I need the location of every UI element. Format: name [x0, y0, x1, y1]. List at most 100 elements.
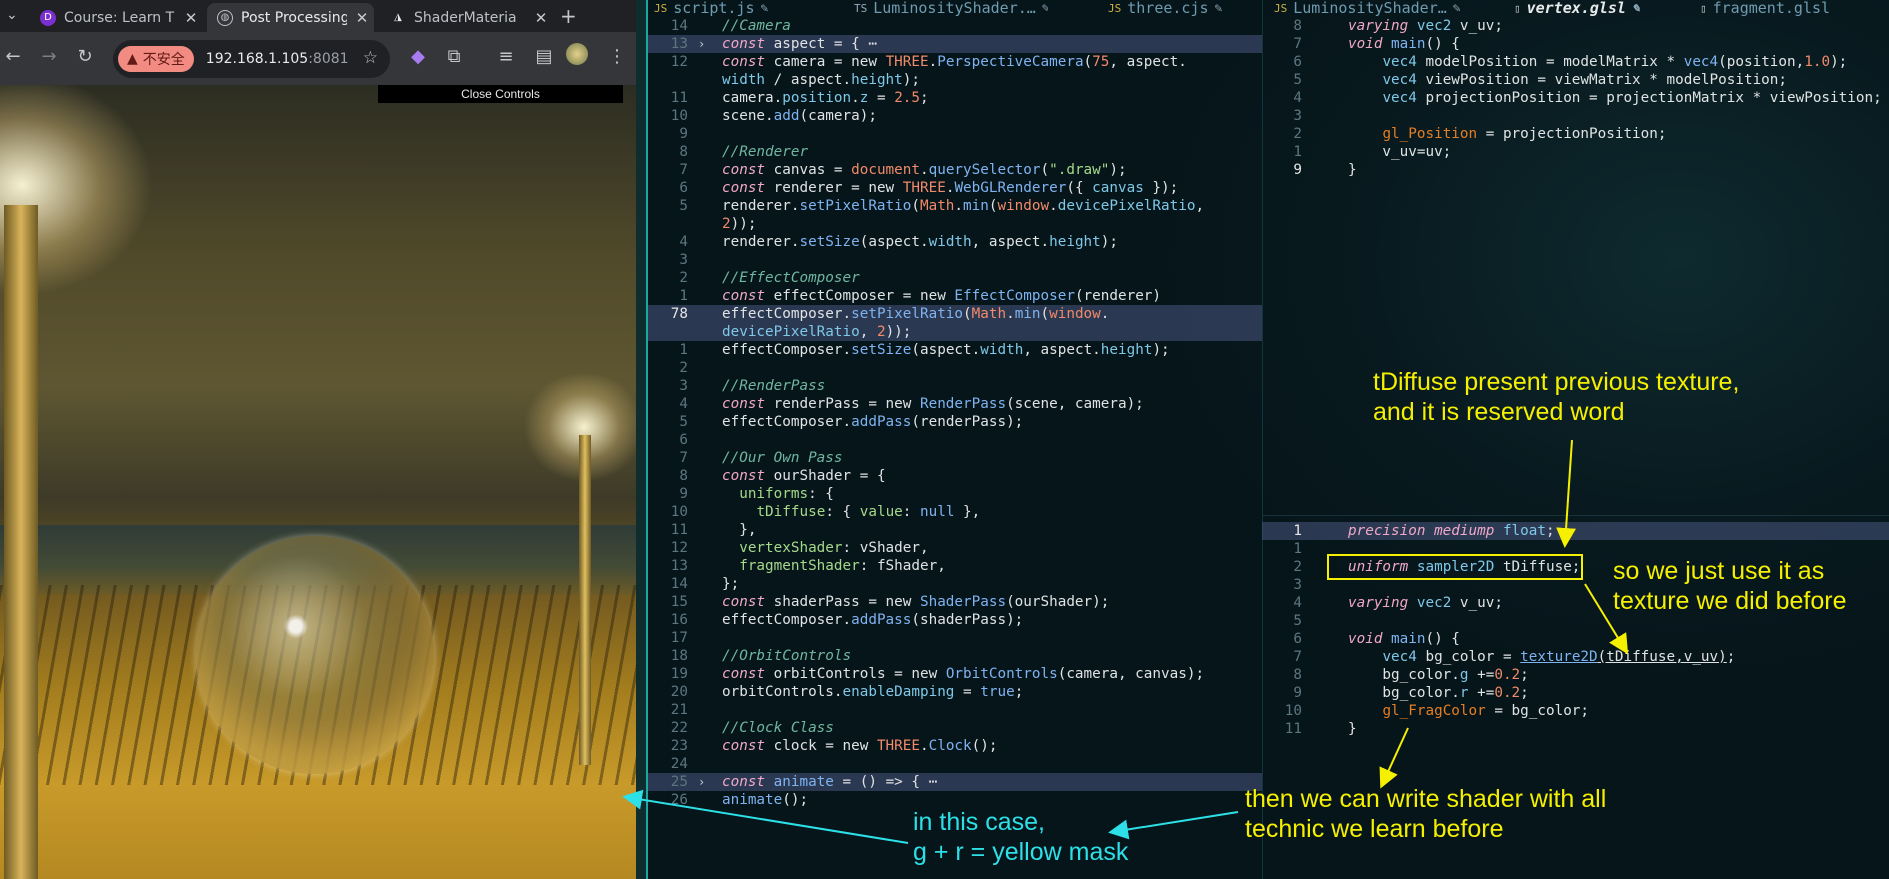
close-controls-button[interactable]: Close Controls: [378, 85, 623, 103]
code-line[interactable]: 20 orbitControls.enableDamping = true;: [648, 683, 1262, 701]
close-tab-icon[interactable]: ✕: [353, 9, 371, 27]
not-secure-badge[interactable]: ▲ 不安全: [118, 46, 194, 72]
code-line[interactable]: 2: [648, 359, 1262, 377]
code-line[interactable]: 5 effectComposer.addPass(renderPass);: [648, 413, 1262, 431]
webgl-canvas[interactable]: Close Controls: [0, 85, 638, 879]
code-line[interactable]: 9 bg_color.r +=0.2;: [1262, 684, 1889, 702]
code-line[interactable]: 15 const shaderPass = new ShaderPass(ourS…: [648, 593, 1262, 611]
code-line[interactable]: › 25 const animate = () => { ⋯: [648, 773, 1262, 791]
editor-tab-luminosity-js[interactable]: JS LuminosityShader… ✎: [1268, 0, 1468, 17]
code-line[interactable]: 8 bg_color.g +=0.2;: [1262, 666, 1889, 684]
tab-label: Course: Learn T: [64, 9, 175, 26]
close-tab-icon[interactable]: ✕: [182, 9, 200, 27]
code-line[interactable]: › 13 const aspect = { ⋯: [648, 35, 1262, 53]
code-line[interactable]: 1 precision mediump float;: [1262, 522, 1889, 540]
line-number: 12: [670, 54, 688, 70]
code-line[interactable]: devicePixelRatio, 2));: [648, 323, 1262, 341]
code-line[interactable]: 1 v_uv=uv;: [1262, 143, 1889, 161]
code-text: vec4 viewPosition = viewMatrix * modelPo…: [1382, 72, 1787, 88]
code-line[interactable]: 7 //Our Own Pass: [648, 449, 1262, 467]
code-line[interactable]: 19 const orbitControls = new OrbitControl…: [648, 665, 1262, 683]
code-line[interactable]: 2));: [648, 215, 1262, 233]
close-tab-icon[interactable]: ✕: [532, 9, 550, 27]
code-line[interactable]: 18 //OrbitControls: [648, 647, 1262, 665]
code-line[interactable]: 5 renderer.setPixelRatio(Math.min(window.…: [648, 197, 1262, 215]
code-line[interactable]: 11 },: [648, 521, 1262, 539]
avatar[interactable]: [566, 43, 588, 65]
bookmark-star-icon[interactable]: ☆: [363, 48, 378, 68]
code-line[interactable]: 9}: [1262, 161, 1889, 179]
code-line[interactable]: 10 scene.add(camera);: [648, 107, 1262, 125]
code-line[interactable]: 4 renderer.setSize(aspect.width, aspect.h…: [648, 233, 1262, 251]
code-line[interactable]: width / aspect.height);: [648, 71, 1262, 89]
code-text: }: [1348, 162, 1357, 178]
code-line[interactable]: 78 effectComposer.setPixelRatio(Math.min(…: [648, 305, 1262, 323]
code-line[interactable]: 23 const clock = new THREE.Clock();: [648, 737, 1262, 755]
puzzle-icon[interactable]: ⧉: [442, 46, 466, 67]
browser-tab-shadermaterial[interactable]: ◮ ShaderMateria ✕: [380, 3, 552, 32]
code-line[interactable]: 7 const canvas = document.querySelector("…: [648, 161, 1262, 179]
code-line[interactable]: 12 vertexShader: vShader,: [648, 539, 1262, 557]
new-tab-button[interactable]: +: [560, 4, 577, 28]
code-line[interactable]: 10 tDiffuse: { value: null },: [648, 503, 1262, 521]
code-line[interactable]: 3: [1262, 107, 1889, 125]
code-line[interactable]: 5 vec4 viewPosition = viewMatrix * model…: [1262, 71, 1889, 89]
code-line[interactable]: 2 //EffectComposer: [648, 269, 1262, 287]
extension-icon[interactable]: ◆: [406, 46, 430, 67]
forward-icon[interactable]: →: [37, 46, 61, 67]
code-line[interactable]: 8 const ourShader = {: [648, 467, 1262, 485]
code-line[interactable]: 22 //Clock Class: [648, 719, 1262, 737]
code-line[interactable]: 2 gl_Position = projectionPosition;: [1262, 125, 1889, 143]
code-line[interactable]: 1 effectComposer.setSize(aspect.width, as…: [648, 341, 1262, 359]
browser-tab-post-processing[interactable]: ◍ Post Processing ✕: [207, 3, 374, 32]
modified-icon: ✎: [1452, 1, 1461, 16]
code-line[interactable]: 4 const renderPass = new RenderPass(scene…: [648, 395, 1262, 413]
tab-search-dropdown-icon[interactable]: ⌄: [6, 7, 18, 23]
code-line[interactable]: 6 const renderer = new THREE.WebGLRendere…: [648, 179, 1262, 197]
editor-tab-vertex-glsl[interactable]: ▯ vertex.glsl ✎: [1508, 0, 1678, 17]
vertex-glsl-editor-pane[interactable]: 8 varying vec2 v_uv; 7 void main() {6 vec4 …: [1262, 17, 1889, 187]
media-queue-icon[interactable]: ≡: [494, 46, 518, 67]
script-js-editor-pane[interactable]: 14//Camera › 13 const aspect = { ⋯ 12 const c…: [648, 17, 1262, 817]
code-line[interactable]: 9: [648, 125, 1262, 143]
code-line[interactable]: 7 vec4 bg_color = texture2D(tDiffuse,v_u…: [1262, 648, 1889, 666]
code-line[interactable]: 6 vec4 modelPosition = modelMatrix * vec…: [1262, 53, 1889, 71]
line-number: 17: [670, 630, 688, 646]
address-bar[interactable]: ▲ 不安全 192.168.1.105:8081 ☆: [113, 40, 390, 78]
code-line[interactable]: 16 effectComposer.addPass(shaderPass);: [648, 611, 1262, 629]
code-line[interactable]: 10 gl_FragColor = bg_color;: [1262, 702, 1889, 720]
code-line[interactable]: 8 varying vec2 v_uv;: [1262, 17, 1889, 35]
code-line[interactable]: 11 camera.position.z = 2.5;: [648, 89, 1262, 107]
editor-tab-script-js[interactable]: JS script.js ✎: [648, 0, 798, 17]
editor-tab-fragment-glsl[interactable]: ▯ fragment.glsl: [1694, 0, 1889, 17]
code-line[interactable]: 6: [648, 431, 1262, 449]
annotation-tdiffuse: tDiffuse present previous texture, and i…: [1373, 368, 1740, 426]
code-line[interactable]: 4 vec4 projectionPosition = projectionMa…: [1262, 89, 1889, 107]
reload-icon[interactable]: ↻: [73, 46, 97, 67]
code-line[interactable]: 13 fragmentShader: fShader,: [648, 557, 1262, 575]
back-icon[interactable]: ←: [1, 46, 25, 67]
code-line[interactable]: 11}: [1262, 720, 1889, 738]
fold-chevron-icon[interactable]: ›: [698, 35, 705, 53]
code-line[interactable]: 24: [648, 755, 1262, 773]
editor-tab-three-cjs[interactable]: JS three.cjs ✎: [1102, 0, 1257, 17]
side-panel-icon[interactable]: ▤: [532, 46, 556, 67]
line-number: 6: [1293, 54, 1302, 70]
code-line[interactable]: 7 void main() {: [1262, 35, 1889, 53]
code-line[interactable]: 17: [648, 629, 1262, 647]
editor-tab-luminosity-ts[interactable]: TS LuminosityShader.… ✎: [848, 0, 1048, 17]
code-line[interactable]: 12 const camera = new THREE.PerspectiveCa…: [648, 53, 1262, 71]
code-line[interactable]: 9 uniforms: {: [648, 485, 1262, 503]
code-line[interactable]: 3: [648, 251, 1262, 269]
code-line[interactable]: 1 const effectComposer = new EffectCompos…: [648, 287, 1262, 305]
browser-tab-course[interactable]: D Course: Learn T ✕: [30, 3, 202, 32]
code-text: //Our Own Pass: [722, 450, 843, 466]
menu-kebab-icon[interactable]: ⋮: [605, 46, 629, 67]
fold-chevron-icon[interactable]: ›: [698, 773, 705, 791]
code-line[interactable]: 3 //RenderPass: [648, 377, 1262, 395]
code-line[interactable]: 14 //Camera: [648, 17, 1262, 35]
code-line[interactable]: 6 void main() {: [1262, 630, 1889, 648]
code-line[interactable]: 8 //Renderer: [648, 143, 1262, 161]
code-line[interactable]: 21: [648, 701, 1262, 719]
code-line[interactable]: 14};: [648, 575, 1262, 593]
